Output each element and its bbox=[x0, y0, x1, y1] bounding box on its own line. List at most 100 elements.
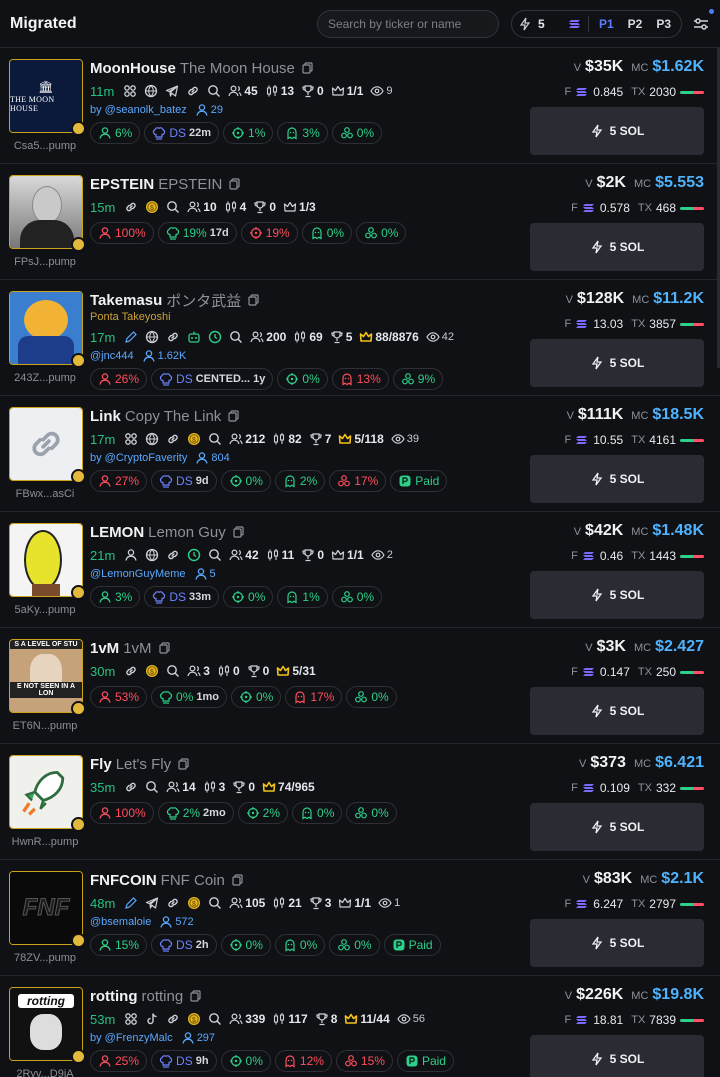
preset-p2-button[interactable]: P2 bbox=[624, 15, 647, 33]
token-row[interactable]: FPsJ...pump EPSTEIN EPSTEIN 15m $10 4 0 1/3… bbox=[0, 164, 720, 280]
metric-pill[interactable]: DS 9d bbox=[151, 470, 217, 492]
metric-pill[interactable]: 0% bbox=[220, 1050, 271, 1072]
metric-pill[interactable]: 15% bbox=[90, 934, 148, 956]
metric-pill[interactable]: 17% bbox=[329, 470, 387, 492]
twitter-handle[interactable]: @bsemaloie bbox=[90, 914, 151, 930]
copy-icon[interactable] bbox=[190, 990, 202, 1002]
metric-pill[interactable]: 1% bbox=[277, 586, 328, 608]
quick-buy-button[interactable]: 5 SOL bbox=[530, 1035, 704, 1077]
metric-pill[interactable]: Paid bbox=[383, 934, 441, 956]
twitter-handle[interactable]: by @FrenzyMalc bbox=[90, 1030, 173, 1046]
copy-icon[interactable] bbox=[228, 410, 240, 422]
metric-pill[interactable]: 15% bbox=[335, 1050, 393, 1072]
token-address[interactable]: Csa5...pump bbox=[0, 140, 90, 152]
preset-amount-input[interactable]: 5 bbox=[538, 17, 562, 31]
metric-pill[interactable]: 2% bbox=[237, 802, 289, 824]
metric-pill[interactable]: 0% bbox=[292, 802, 343, 824]
copy-icon[interactable] bbox=[302, 62, 314, 74]
preset-p3-button[interactable]: P3 bbox=[652, 15, 675, 33]
metric-pill[interactable]: 13% bbox=[331, 368, 389, 390]
token-avatar[interactable] bbox=[9, 523, 83, 597]
metric-pill[interactable]: 1% bbox=[223, 122, 274, 144]
metric-pill[interactable]: 26% bbox=[90, 368, 148, 390]
metric-pill[interactable]: Paid bbox=[390, 470, 448, 492]
metric-pill[interactable]: 0% bbox=[220, 470, 271, 492]
metric-pill[interactable]: 100% bbox=[90, 222, 154, 244]
copy-icon[interactable] bbox=[233, 526, 245, 538]
metric-pill[interactable]: DS 22m bbox=[144, 122, 220, 144]
token-row[interactable]: FNF 78ZV...pump FNFCOIN FNF Coin 48m $10… bbox=[0, 860, 720, 976]
quick-buy-button[interactable]: 5 SOL bbox=[530, 919, 704, 967]
token-avatar[interactable]: FNF bbox=[9, 871, 83, 945]
token-avatar[interactable] bbox=[9, 291, 83, 365]
copy-icon[interactable] bbox=[232, 874, 244, 886]
preset-p1-button[interactable]: P1 bbox=[595, 15, 618, 33]
token-address[interactable]: HwnR...pump bbox=[0, 836, 90, 848]
metric-pill[interactable]: 0% bbox=[274, 934, 326, 956]
token-row[interactable]: rotting 2Ryv...D9iA rotting rotting 53m … bbox=[0, 976, 720, 1077]
token-row[interactable]: HwnR...pump Fly Let's Fly 35m 14 3 0 74/965… bbox=[0, 744, 720, 860]
metric-pill[interactable]: 0% bbox=[223, 586, 274, 608]
metric-pill[interactable]: DS 9h bbox=[151, 1050, 217, 1072]
metric-pill[interactable]: DS CENTED... 1y bbox=[151, 368, 274, 390]
metric-pill[interactable]: 25% bbox=[90, 1050, 148, 1072]
token-address[interactable]: ET6N...pump bbox=[0, 720, 90, 732]
metric-pill[interactable]: 2% 2mo bbox=[157, 802, 234, 824]
token-address[interactable]: 2Ryv...D9iA bbox=[0, 1068, 90, 1077]
token-address[interactable]: 243Z...pump bbox=[0, 372, 90, 384]
twitter-handle[interactable]: @jnc444 bbox=[90, 348, 134, 364]
metric-pill[interactable]: 53% bbox=[90, 686, 148, 708]
metric-pill[interactable]: 6% bbox=[90, 122, 141, 144]
metric-pill[interactable]: 0% bbox=[331, 586, 383, 608]
metric-pill[interactable]: 0% bbox=[329, 934, 380, 956]
metric-pill[interactable]: DS 33m bbox=[144, 586, 220, 608]
metric-pill[interactable]: 0% bbox=[277, 368, 328, 390]
twitter-handle[interactable]: @LemonGuyMeme bbox=[90, 566, 186, 582]
metric-pill[interactable]: 12% bbox=[274, 1050, 332, 1072]
search-input[interactable] bbox=[316, 9, 499, 38]
token-row[interactable]: 5aKy...pump LEMON Lemon Guy 21m 42 11 0 1/1… bbox=[0, 512, 720, 628]
quick-buy-button[interactable]: 5 SOL bbox=[530, 455, 704, 503]
token-avatar[interactable]: S A LEVEL OF STU E NOT SEEN IN A LON bbox=[9, 639, 83, 713]
token-row[interactable]: 🏛 THE MOON HOUSE Csa5...pump MoonHouse Th… bbox=[0, 48, 720, 164]
metric-pill[interactable]: 0% 1mo bbox=[151, 686, 227, 708]
copy-icon[interactable] bbox=[158, 642, 171, 654]
token-avatar[interactable] bbox=[9, 407, 83, 481]
metric-pill[interactable]: 9% bbox=[392, 368, 444, 390]
copy-icon[interactable] bbox=[229, 178, 241, 190]
token-avatar[interactable]: 🏛 THE MOON HOUSE bbox=[9, 59, 83, 133]
metric-pill[interactable]: 3% bbox=[90, 586, 141, 608]
metric-pill[interactable]: 0% bbox=[331, 122, 383, 144]
filter-settings-button[interactable] bbox=[692, 8, 714, 33]
metric-pill[interactable]: 3% bbox=[277, 122, 328, 144]
metric-pill[interactable]: DS 2h bbox=[151, 934, 217, 956]
token-avatar[interactable] bbox=[9, 755, 83, 829]
metric-pill[interactable]: 19% 17d bbox=[157, 222, 237, 244]
metric-pill[interactable]: 100% bbox=[90, 802, 154, 824]
metric-pill[interactable]: Paid bbox=[396, 1050, 454, 1072]
metric-pill[interactable]: 0% bbox=[220, 934, 271, 956]
token-row[interactable]: FBwx...asCi Link Copy The Link 17m $212 8… bbox=[0, 396, 720, 512]
quick-buy-button[interactable]: 5 SOL bbox=[530, 803, 704, 851]
metric-pill[interactable]: 27% bbox=[90, 470, 148, 492]
twitter-handle[interactable]: by @CryptoFaverity bbox=[90, 450, 187, 466]
token-address[interactable]: 5aKy...pump bbox=[0, 604, 90, 616]
token-address[interactable]: FPsJ...pump bbox=[0, 256, 90, 268]
token-row[interactable]: 243Z...pump Takemasu ポンタ武益 Ponta Takeyos… bbox=[0, 280, 720, 396]
copy-icon[interactable] bbox=[178, 758, 190, 770]
quick-buy-button[interactable]: 5 SOL bbox=[530, 339, 704, 387]
quick-buy-button[interactable]: 5 SOL bbox=[530, 687, 704, 735]
quick-buy-button[interactable]: 5 SOL bbox=[530, 107, 704, 155]
quick-buy-button[interactable]: 5 SOL bbox=[530, 223, 704, 271]
token-address[interactable]: FBwx...asCi bbox=[0, 488, 90, 500]
quick-buy-button[interactable]: 5 SOL bbox=[530, 571, 704, 619]
metric-pill[interactable]: 17% bbox=[285, 686, 343, 708]
metric-pill[interactable]: 0% bbox=[346, 802, 397, 824]
token-address[interactable]: 78ZV...pump bbox=[0, 952, 90, 964]
metric-pill[interactable]: 0% bbox=[346, 686, 397, 708]
token-avatar[interactable] bbox=[9, 175, 83, 249]
metric-pill[interactable]: 19% bbox=[240, 222, 298, 244]
twitter-handle[interactable]: by @seanolk_batez bbox=[90, 102, 187, 118]
token-avatar[interactable]: rotting bbox=[9, 987, 83, 1061]
copy-icon[interactable] bbox=[248, 294, 260, 306]
